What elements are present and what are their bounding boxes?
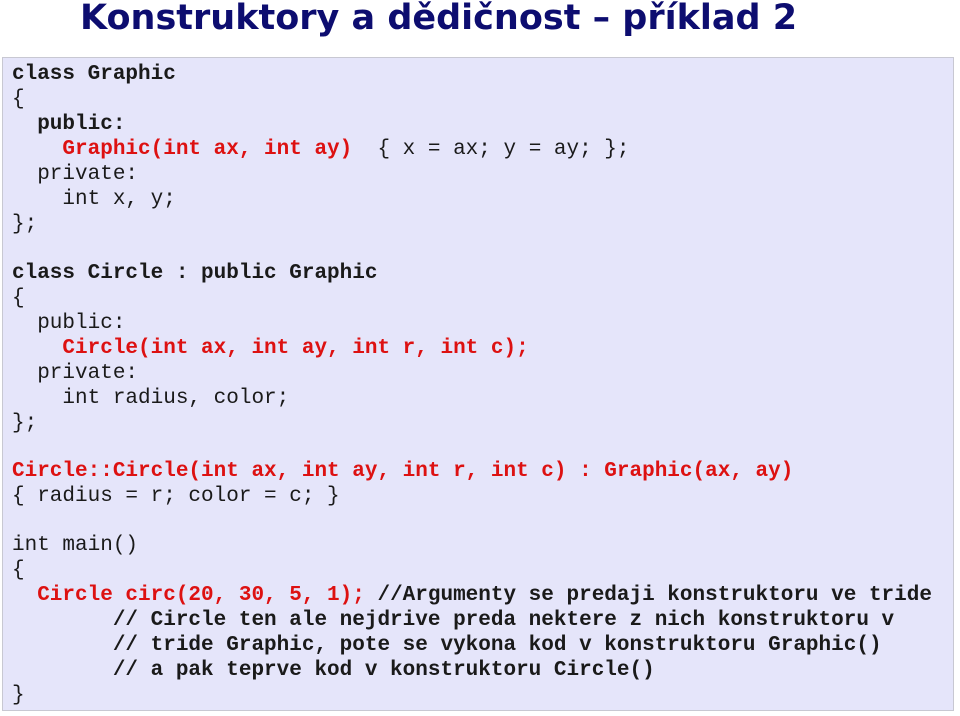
code-line: public:: [12, 113, 126, 136]
code-line: }: [12, 684, 25, 707]
code-comment: // Circle ten ale nejdrive preda nektere…: [12, 609, 895, 632]
code-line: public:: [12, 312, 126, 335]
code-line: Circle::Circle(int ax, int ay, int r, in…: [12, 460, 794, 483]
code-line: Graphic(int ax, int ay) { x = ax; y = ay…: [12, 138, 630, 162]
code-comment: //Argumenty se predaji konstruktoru ve t…: [364, 584, 932, 607]
code-line: Circle circ(20, 30, 5, 1); //Argumenty s…: [12, 584, 932, 608]
code-highlight: Graphic(int ax, int ay): [12, 138, 353, 161]
code-line: int radius, color;: [12, 387, 290, 410]
code-highlight: Circle circ(20, 30, 5, 1);: [12, 584, 365, 607]
slide-title: Konstruktory a dědičnost – příklad 2: [80, 0, 798, 38]
code-line: class Circle : public Graphic: [12, 262, 378, 285]
code-line: {: [12, 559, 25, 582]
code-comment: // a pak teprve kod v konstruktoru Circl…: [12, 659, 655, 682]
code-line: {: [12, 88, 25, 111]
code-line: { radius = r; color = c; }: [12, 485, 340, 508]
code-line: int x, y;: [12, 188, 176, 211]
code-line: {: [12, 287, 25, 310]
code-line: private:: [12, 362, 139, 385]
code-line: };: [12, 213, 38, 236]
code-line: private:: [12, 163, 139, 186]
code-text: { x = ax; y = ay; };: [352, 138, 630, 161]
code-comment: // tride Graphic, pote se vykona kod v k…: [12, 634, 882, 657]
code-line: };: [12, 412, 38, 435]
code-line: class Graphic: [12, 63, 176, 86]
code-line: Circle(int ax, int ay, int r, int c);: [12, 337, 529, 360]
code-line: int main(): [12, 534, 139, 557]
code-block: class Graphic { public: Graphic(int ax, …: [2, 57, 954, 711]
